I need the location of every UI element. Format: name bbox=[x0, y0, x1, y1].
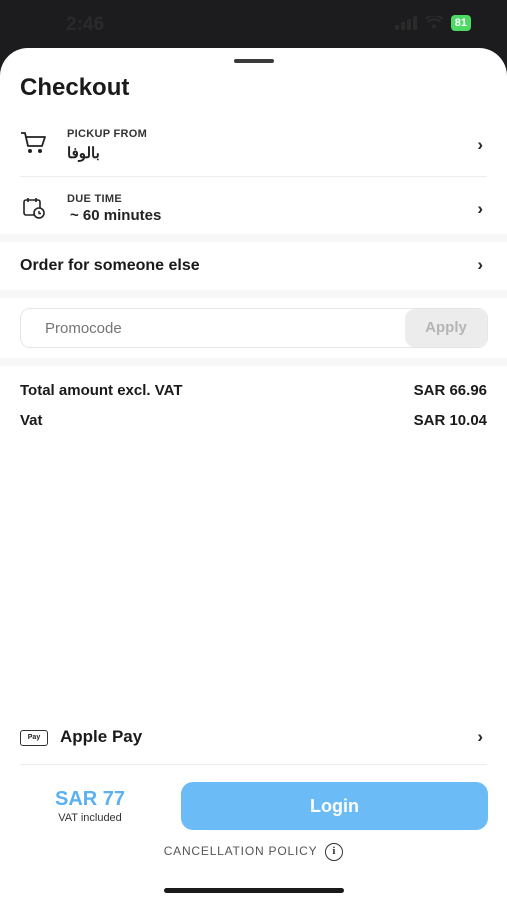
pickup-label: PICKUP FROM bbox=[67, 128, 148, 140]
due-time-label: DUE TIME bbox=[67, 193, 122, 205]
page-title: Checkout bbox=[20, 74, 130, 101]
order-for-someone-row[interactable]: Order for someone else › bbox=[0, 244, 507, 286]
vat-row: Vat SAR 10.04 bbox=[20, 412, 487, 429]
promo-field: Apply bbox=[20, 308, 488, 348]
vat-value: SAR 10.04 bbox=[413, 412, 487, 429]
cart-icon bbox=[21, 132, 46, 153]
chevron-right-icon: › bbox=[477, 199, 483, 218]
pickup-value: بالوفا bbox=[67, 145, 100, 162]
divider bbox=[20, 176, 487, 177]
section-separator bbox=[0, 234, 507, 242]
promocode-input[interactable] bbox=[45, 320, 365, 337]
section-separator bbox=[0, 290, 507, 298]
status-icons: 81 bbox=[394, 15, 471, 31]
total-price: SAR 77 bbox=[54, 788, 126, 810]
cancellation-policy-link[interactable]: CANCELLATION POLICY i bbox=[0, 843, 507, 861]
info-icon[interactable]: i bbox=[325, 843, 344, 861]
total-excl-vat-value: SAR 66.96 bbox=[413, 382, 487, 399]
status-bar: 2:46 81 bbox=[0, 0, 507, 50]
section-separator bbox=[0, 358, 507, 366]
sheet-grabber[interactable] bbox=[234, 59, 274, 63]
chevron-right-icon: › bbox=[477, 727, 483, 746]
vat-included-note: VAT included bbox=[58, 812, 122, 824]
vat-label: Vat bbox=[20, 412, 43, 429]
status-time: 2:46 bbox=[66, 14, 105, 35]
calendar-clock-icon bbox=[23, 198, 45, 219]
payment-method-row[interactable]: Pay Apple Pay › bbox=[0, 720, 507, 756]
login-button[interactable]: Login bbox=[181, 782, 488, 830]
signal-icon bbox=[394, 16, 417, 30]
total-excl-vat-row: Total amount excl. VAT SAR 66.96 bbox=[20, 382, 487, 399]
apple-pay-icon: Pay bbox=[20, 730, 48, 746]
divider bbox=[20, 764, 487, 765]
home-indicator bbox=[164, 888, 344, 893]
due-time-row[interactable]: DUE TIME ~ 60 minutes › bbox=[0, 188, 507, 240]
wifi-icon bbox=[424, 16, 443, 29]
apply-button[interactable]: Apply bbox=[405, 309, 487, 347]
chevron-right-icon: › bbox=[477, 135, 483, 154]
chevron-right-icon: › bbox=[477, 255, 483, 274]
total-excl-vat-label: Total amount excl. VAT bbox=[20, 382, 183, 399]
payment-method-label: Apple Pay bbox=[60, 727, 143, 746]
order-for-someone-label: Order for someone else bbox=[20, 257, 200, 274]
due-time-value: ~ 60 minutes bbox=[70, 207, 162, 224]
cancellation-policy-label: CANCELLATION POLICY bbox=[163, 844, 318, 859]
pickup-row[interactable]: PICKUP FROM بالوفا › bbox=[0, 124, 507, 176]
checkout-sheet: Checkout PICKUP FROM بالوفا › DUE TIME ~… bbox=[0, 48, 507, 900]
price-summary: SAR 77 VAT included bbox=[40, 788, 140, 824]
battery-indicator: 81 bbox=[450, 15, 471, 31]
